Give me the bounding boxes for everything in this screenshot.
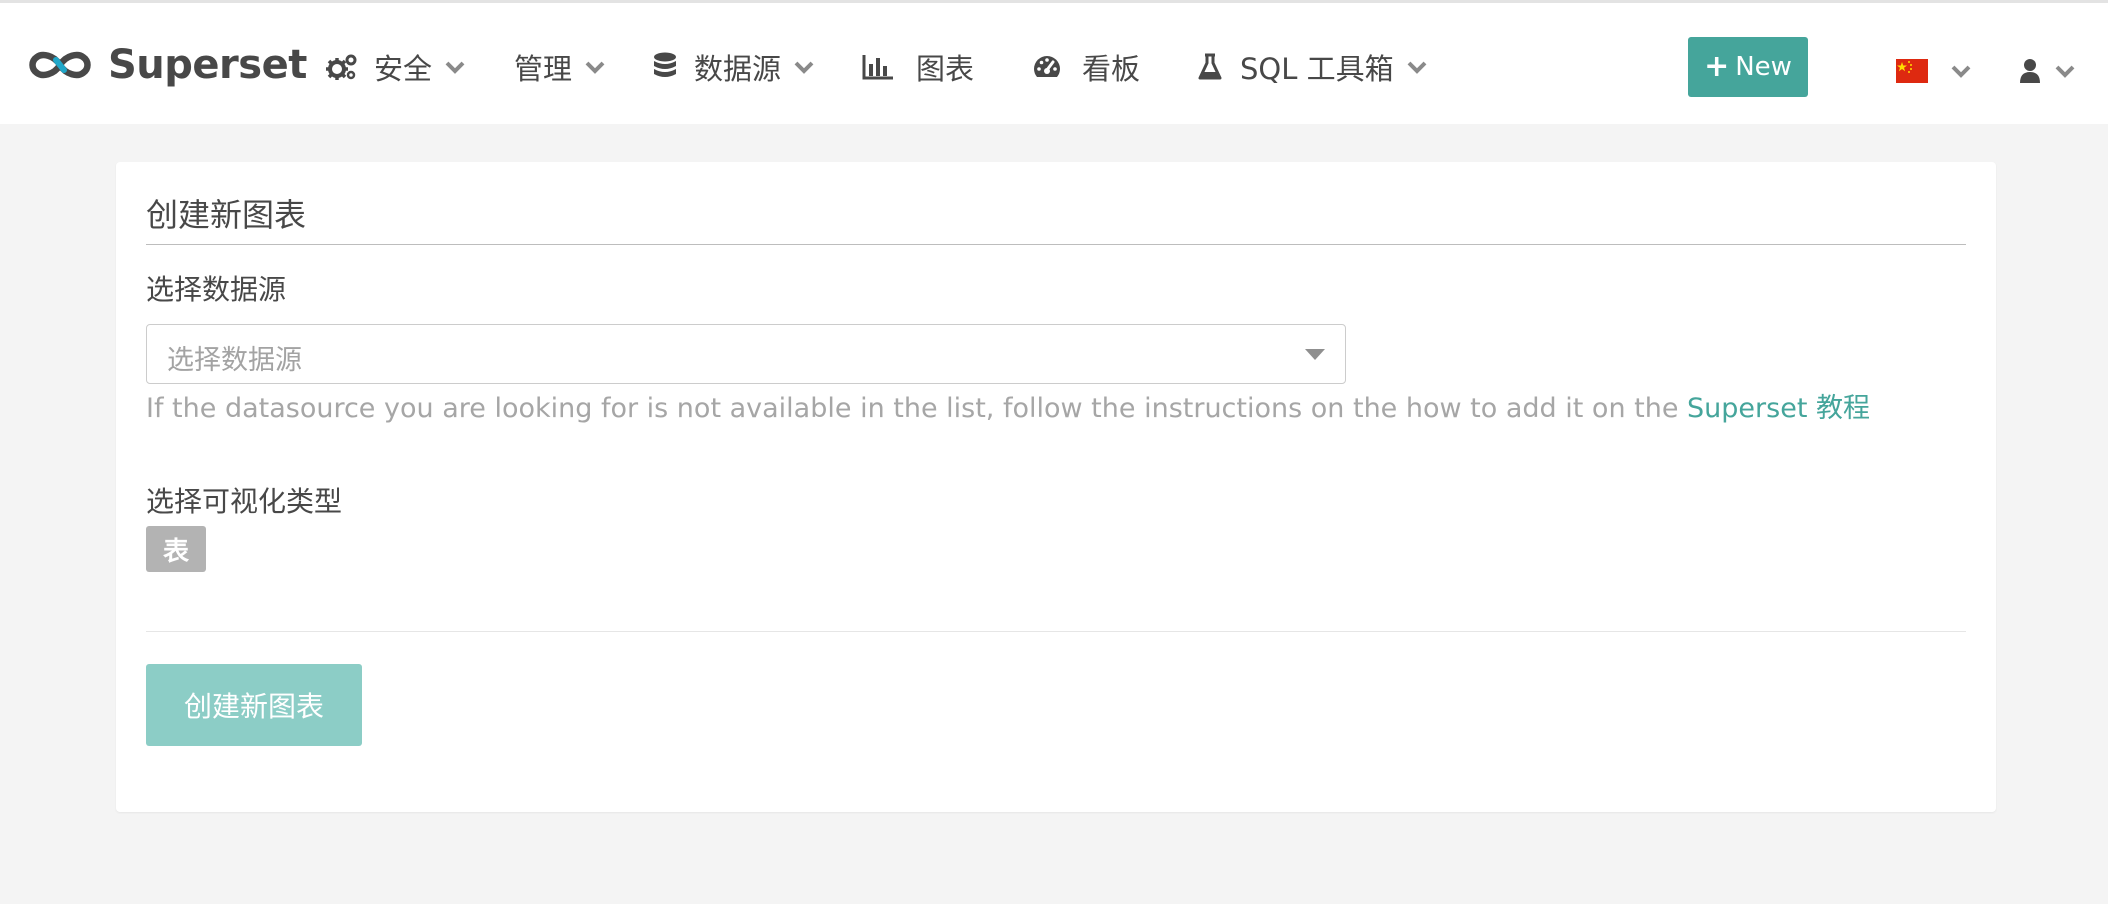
language-selector[interactable] [1896,51,1972,91]
brand-name: Superset [108,42,307,88]
new-button[interactable]: + New [1688,37,1808,97]
viz-type-label: 选择可视化类型 [146,485,343,518]
nav-charts[interactable]: 图表 [862,39,974,95]
chevron-down-icon [444,60,466,74]
chevron-down-icon [1406,60,1428,74]
top-navbar: Superset 安全 管理 数据源 图表 看板 SQL 工具箱 + New [0,0,2108,124]
nav-datasources-label: 数据源 [694,52,782,86]
viz-type-selected-tag[interactable]: 表 [146,526,206,572]
datasource-select-placeholder: 选择数据源 [167,345,302,376]
nav-manage-label: 管理 [514,52,573,86]
nav-sqllab[interactable]: SQL 工具箱 [1198,39,1428,95]
gears-icon [326,53,358,81]
page-title: 创建新图表 [146,190,1966,245]
nav-dashboards[interactable]: 看板 [1032,39,1140,95]
user-menu[interactable] [2020,51,2076,91]
user-icon [2020,59,2040,83]
nav-datasources[interactable]: 数据源 [652,39,815,95]
datasource-help-text: If the datasource you are looking for is… [146,386,1870,425]
help-text: If the datasource you are looking for is… [146,393,1688,424]
brand[interactable]: Superset [28,33,307,97]
datasource-label: 选择数据源 [146,273,287,306]
chevron-down-icon [2054,64,2076,78]
datasource-select[interactable]: 选择数据源 [146,324,1346,384]
nav-manage[interactable]: 管理 [514,39,606,95]
superset-tutorial-link[interactable]: Superset 教程 [1687,393,1870,424]
nav-charts-label: 图表 [916,52,975,86]
china-flag-icon [1896,59,1928,83]
superset-logo-icon [29,51,91,79]
bar-chart-icon [862,54,894,80]
caret-down-icon [1305,349,1325,360]
nav-security-label: 安全 [374,52,433,86]
chevron-down-icon [1950,64,1972,78]
divider [146,631,1966,632]
plus-icon: + [1704,49,1730,84]
nav-sqllab-label: SQL 工具箱 [1240,52,1394,86]
chevron-down-icon [793,60,815,74]
new-button-label: New [1735,52,1792,82]
chevron-down-icon [584,60,606,74]
dashboard-gauge-icon [1032,54,1062,80]
database-icon [652,52,678,82]
nav-dashboards-label: 看板 [1082,52,1141,86]
create-chart-button[interactable]: 创建新图表 [146,664,362,746]
create-chart-panel: 创建新图表 选择数据源 选择数据源 If the datasource you … [116,162,1996,812]
flask-icon [1198,53,1222,81]
nav-security[interactable]: 安全 [326,39,466,95]
